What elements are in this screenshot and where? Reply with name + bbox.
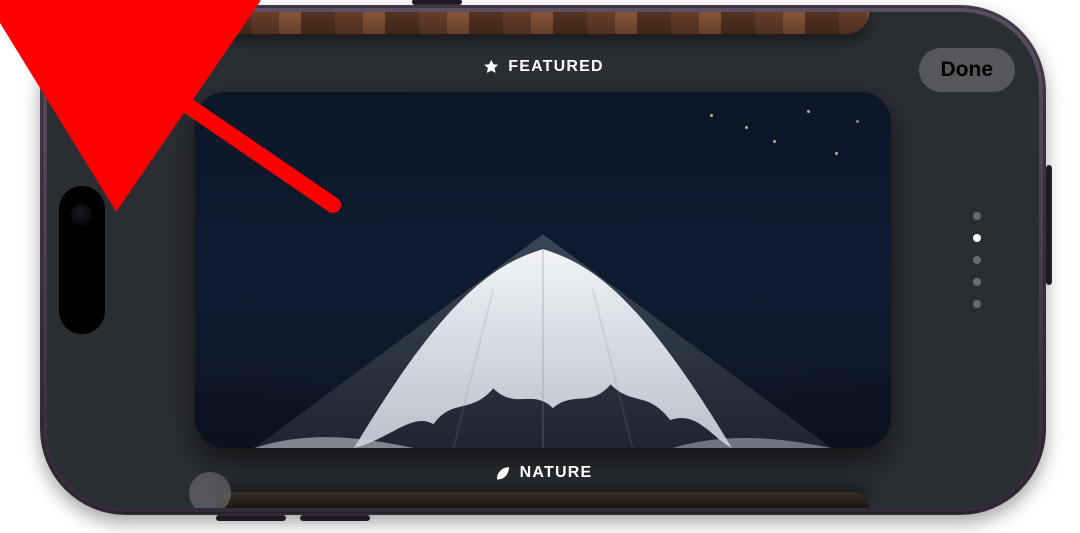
page-dot[interactable] bbox=[973, 278, 981, 286]
done-button-label: Done bbox=[941, 58, 994, 82]
add-button[interactable] bbox=[81, 48, 157, 92]
page-dot[interactable] bbox=[973, 212, 981, 220]
current-wallpaper-card[interactable] bbox=[195, 92, 891, 448]
section-label-nature: NATURE bbox=[494, 464, 593, 482]
next-wallpaper-card[interactable] bbox=[217, 492, 869, 508]
plus-icon bbox=[107, 58, 131, 82]
page-dot[interactable] bbox=[973, 234, 981, 242]
mute-switch bbox=[412, 0, 462, 5]
page-dot[interactable] bbox=[973, 300, 981, 308]
wallpaper-mountain bbox=[195, 92, 891, 448]
previous-wallpaper-card[interactable] bbox=[217, 12, 869, 34]
dynamic-island bbox=[59, 186, 105, 334]
screen: FEATURED bbox=[47, 12, 1039, 508]
section-label-text: NATURE bbox=[520, 464, 593, 482]
done-button[interactable]: Done bbox=[919, 48, 1016, 92]
leaf-icon bbox=[494, 464, 512, 482]
iphone-frame: FEATURED bbox=[40, 5, 1046, 515]
section-label-text: FEATURED bbox=[508, 58, 604, 76]
power-button bbox=[1046, 165, 1052, 285]
page-indicator[interactable] bbox=[973, 212, 981, 308]
star-icon bbox=[482, 58, 500, 76]
page-dot[interactable] bbox=[973, 256, 981, 264]
volume-up-button bbox=[216, 515, 286, 521]
section-label-featured: FEATURED bbox=[482, 58, 604, 76]
volume-down-button bbox=[300, 515, 370, 521]
